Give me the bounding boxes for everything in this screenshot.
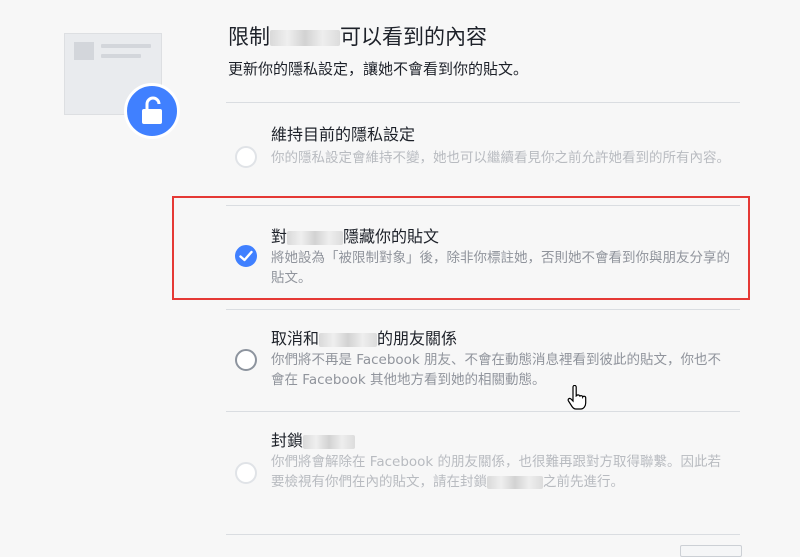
radio-keep-privacy[interactable] [235, 146, 257, 168]
divider [226, 309, 740, 310]
unlocked-padlock-icon [124, 83, 180, 139]
option-title: 封鎖 [271, 430, 356, 452]
hand-pointer-cursor-icon [567, 385, 587, 410]
divider [226, 102, 740, 103]
option-description: 你們將會解除在 Facebook 的朋友關係，也很難再跟對方取得聯繫。因此若要檢… [271, 454, 722, 490]
option-block[interactable]: 封鎖 你們將會解除在 Facebook 的朋友關係，也很難再跟對方取得聯繫。因此… [226, 426, 740, 526]
option-title: 維持目前的隱私設定 [271, 125, 416, 144]
option-description: 你的隱私設定會維持不變，她也可以繼續看見你之前允許她看到的所有內容。 [271, 150, 730, 166]
page-subtitle: 更新你的隱私設定，讓她不會看到你的貼文。 [228, 60, 529, 78]
dialog-header: 限制 可以看到的內容 更新你的隱私設定，讓她不會看到你的貼文。 [228, 22, 760, 80]
divider [226, 411, 740, 412]
redacted-name [319, 332, 378, 347]
footer-button[interactable] [680, 545, 742, 557]
redacted-name [487, 475, 543, 489]
redacted-name [270, 30, 340, 46]
divider [226, 534, 740, 535]
selection-highlight [172, 196, 750, 300]
option-title: 取消和 的朋友關係 [271, 329, 458, 348]
privacy-illustration [64, 33, 182, 139]
option-description: 你們將不再是 Facebook 朋友、不會在動態消息裡看到彼此的貼文，你也不會在… [271, 352, 722, 388]
option-unfriend[interactable]: 取消和 的朋友關係 你們將不再是 Facebook 朋友、不會在動態消息裡看到彼此… [226, 322, 740, 402]
page-title: 限制 可以看到的內容 [228, 25, 487, 49]
radio-block[interactable] [235, 462, 257, 484]
redacted-name [303, 434, 356, 449]
option-keep-privacy[interactable]: 維持目前的隱私設定 你的隱私設定會維持不變，她也可以繼續看見你之前允許她看到的所… [226, 118, 740, 198]
radio-unfriend[interactable] [235, 349, 257, 371]
